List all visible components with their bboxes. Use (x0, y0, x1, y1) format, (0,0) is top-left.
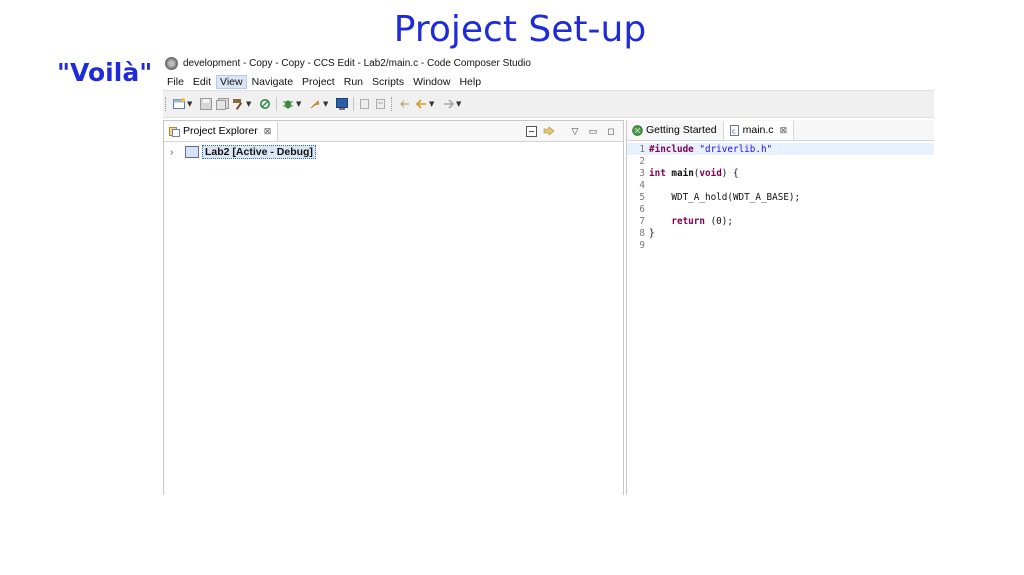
line-number: 3 (639, 167, 645, 179)
voila-callout: "Voilà" (57, 58, 153, 87)
window-title: development - Copy - Copy - CCS Edit - L… (183, 57, 531, 69)
tree-row-lab2[interactable]: › Lab2 [Active - Debug] (164, 144, 623, 160)
code-line[interactable]: 4 (627, 179, 934, 191)
menu-navigate[interactable]: Navigate (248, 75, 297, 89)
close-project-explorer-icon[interactable]: ⊠ (264, 126, 272, 137)
toolbar-grip[interactable] (391, 97, 395, 111)
project-explorer-view: Project Explorer ⊠ ▽ ▭ ◻ › Lab2 [Active … (163, 120, 624, 495)
debug-dropdown-icon[interactable]: ▼ (296, 100, 304, 108)
code-line[interactable]: 8 } (627, 227, 934, 239)
refresh-icon[interactable] (258, 97, 272, 111)
project-explorer-header: Project Explorer ⊠ ▽ ▭ ◻ (164, 121, 623, 142)
code-line[interactable]: 1 #include "driverlib.h" (627, 143, 934, 155)
toolbar-grip[interactable] (165, 97, 169, 111)
line-number: 2 (639, 155, 645, 167)
code-line[interactable]: 2 (627, 155, 934, 167)
forward-dropdown-icon[interactable]: ▼ (456, 100, 464, 108)
code-text: int main(void) { (649, 167, 739, 179)
project-explorer-icon (169, 126, 180, 137)
menu-run[interactable]: Run (340, 75, 367, 89)
editor-tab-bar: Getting Started c main.c ⊠ (627, 120, 934, 141)
tab-main-c[interactable]: c main.c ⊠ (723, 120, 795, 140)
code-text: #include "driverlib.h" (649, 143, 773, 155)
ide-window: development - Copy - Copy - CCS Edit - L… (163, 54, 934, 495)
link-with-editor-icon[interactable] (543, 125, 555, 137)
tab-getting-started-label: Getting Started (646, 124, 717, 136)
main-toolbar: ▼ ▼ ▼ ▼ ▼ ▼ (163, 90, 934, 118)
view-menu-icon[interactable]: ▽ (569, 125, 581, 137)
expand-chevron-icon[interactable]: › (170, 147, 180, 158)
code-line[interactable]: 9 (627, 239, 934, 251)
next-annotation-icon[interactable] (374, 97, 388, 111)
ccs-app-icon (165, 56, 178, 70)
flash-dropdown-icon[interactable]: ▼ (323, 100, 331, 108)
minimize-icon[interactable]: ▭ (587, 125, 599, 137)
menu-help[interactable]: Help (455, 75, 485, 89)
build-hammer-icon[interactable] (231, 97, 245, 111)
tab-main-c-label: main.c (742, 124, 774, 136)
code-line[interactable]: 6 (627, 203, 934, 215)
svg-text:c: c (732, 127, 736, 135)
line-number: 6 (639, 203, 645, 215)
getting-started-icon (632, 124, 643, 136)
line-number: 1 (639, 143, 645, 155)
back-dropdown-icon[interactable]: ▼ (429, 100, 437, 108)
toolbar-separator (353, 97, 354, 111)
code-text: WDT_A_hold(WDT_A_BASE); (649, 191, 801, 203)
tab-project-explorer[interactable]: Project Explorer ⊠ (164, 121, 279, 141)
collapse-all-icon[interactable] (525, 125, 537, 137)
menu-window[interactable]: Window (409, 75, 454, 89)
close-main-c-icon[interactable]: ⊠ (780, 125, 788, 136)
maximize-icon[interactable]: ◻ (605, 125, 617, 137)
save-all-icon[interactable] (215, 97, 229, 111)
line-number: 7 (639, 215, 645, 227)
code-line[interactable]: 7 return (0); (627, 215, 934, 227)
tab-getting-started[interactable]: Getting Started (627, 120, 724, 140)
line-number: 4 (639, 179, 645, 191)
forward-arrow-icon[interactable] (441, 97, 455, 111)
window-titlebar: development - Copy - Copy - CCS Edit - L… (163, 54, 934, 72)
menu-edit[interactable]: Edit (189, 75, 215, 89)
menu-view[interactable]: View (216, 74, 247, 89)
prev-annotation-icon[interactable] (358, 97, 372, 111)
flash-icon[interactable] (308, 97, 322, 111)
project-lab2-label[interactable]: Lab2 [Active - Debug] (202, 145, 316, 159)
line-number: 8 (639, 227, 645, 239)
code-line[interactable]: 5 WDT_A_hold(WDT_A_BASE); (627, 191, 934, 203)
line-number: 5 (639, 191, 645, 203)
menu-bar: File Edit View Navigate Project Run Scri… (163, 73, 934, 90)
menu-file[interactable]: File (163, 75, 188, 89)
build-dropdown-icon[interactable]: ▼ (246, 100, 254, 108)
line-number: 9 (639, 239, 645, 251)
menu-scripts[interactable]: Scripts (368, 75, 408, 89)
save-icon[interactable] (199, 97, 213, 111)
back-arrow-icon[interactable] (414, 97, 428, 111)
debug-bug-icon[interactable] (281, 97, 295, 111)
code-text: return (0); (671, 215, 733, 227)
code-line[interactable]: 3 int main(void) { (627, 167, 934, 179)
toolbar-separator (276, 97, 277, 111)
new-icon[interactable] (172, 97, 186, 111)
c-file-icon: c (729, 124, 739, 136)
tab-project-explorer-label: Project Explorer (183, 125, 258, 137)
code-text: } (649, 227, 655, 239)
last-edit-icon[interactable] (398, 97, 412, 111)
ccs-project-icon (185, 146, 199, 158)
slide-title: Project Set-up (393, 9, 647, 50)
code-editor[interactable]: 1 #include "driverlib.h" 2 3 int main(vo… (627, 141, 934, 251)
new-dropdown-icon[interactable]: ▼ (187, 100, 195, 108)
terminal-icon[interactable] (335, 97, 349, 111)
menu-project[interactable]: Project (298, 75, 339, 89)
editor-area: Getting Started c main.c ⊠ 1 #include "d… (626, 120, 934, 495)
